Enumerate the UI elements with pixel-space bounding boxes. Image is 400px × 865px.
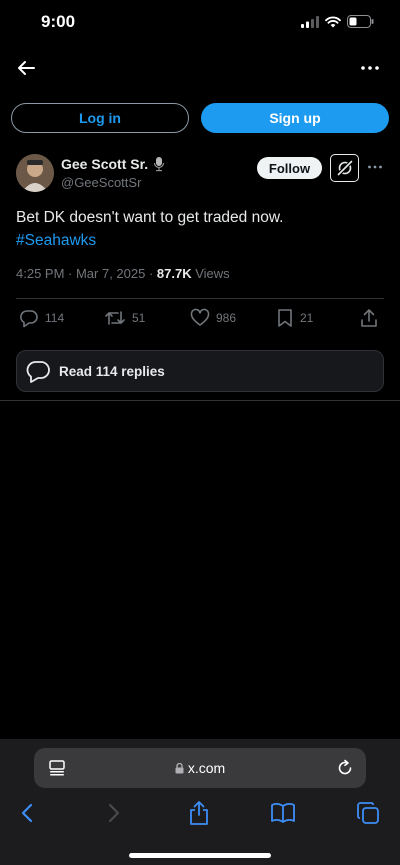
more-icon[interactable] bbox=[358, 56, 382, 80]
reply-button[interactable]: 114 bbox=[19, 308, 64, 328]
avatar[interactable] bbox=[16, 154, 54, 192]
reply-icon bbox=[20, 310, 38, 328]
repost-count: 51 bbox=[132, 311, 146, 325]
browser-forward-button[interactable] bbox=[101, 800, 127, 826]
tabs-icon bbox=[357, 802, 379, 824]
back-arrow-icon[interactable] bbox=[14, 56, 38, 80]
like-count: 986 bbox=[216, 311, 237, 325]
status-bar: 9:00 bbox=[0, 0, 400, 46]
author-name-row: Gee Scott Sr. bbox=[61, 156, 165, 172]
microphone-icon bbox=[154, 157, 165, 172]
avatar-image bbox=[16, 154, 54, 192]
url-text: x.com bbox=[187, 760, 226, 776]
repost-button[interactable]: 51 bbox=[104, 308, 145, 328]
repost-icon bbox=[105, 311, 125, 325]
like-button[interactable]: 986 bbox=[190, 308, 236, 328]
chevron-left-icon bbox=[21, 803, 33, 823]
follow-button[interactable]: Follow bbox=[257, 157, 322, 179]
login-button[interactable]: Log in bbox=[11, 103, 189, 133]
share-icon bbox=[190, 801, 208, 825]
browser-back-button[interactable] bbox=[14, 800, 40, 826]
share-button[interactable] bbox=[359, 308, 379, 328]
browser-share-button[interactable] bbox=[186, 800, 212, 826]
hashtag-link[interactable]: #Seahawks bbox=[16, 229, 376, 252]
section-divider bbox=[0, 400, 400, 401]
status-icons bbox=[301, 15, 374, 28]
tweet-body: Bet DK doesn't want to get traded now. bbox=[16, 209, 284, 226]
home-indicator[interactable] bbox=[129, 853, 271, 858]
chevron-right-icon bbox=[108, 803, 120, 823]
bookmark-button[interactable]: 21 bbox=[276, 308, 313, 328]
share-icon bbox=[361, 309, 377, 327]
speech-bubbles-icon bbox=[26, 361, 50, 383]
like-icon bbox=[190, 308, 210, 326]
divider bbox=[16, 298, 384, 299]
auth-buttons: Log in Sign up bbox=[11, 103, 389, 133]
grok-icon bbox=[336, 159, 353, 177]
lock-icon bbox=[175, 762, 184, 774]
tweet-more-icon[interactable] bbox=[366, 158, 384, 176]
tweet-meta: 4:25 PM · Mar 7, 2025 · 87.7K Views bbox=[16, 266, 230, 281]
browser-toolbar: x.com bbox=[0, 739, 400, 865]
reply-count: 114 bbox=[45, 311, 65, 325]
views-label: Views bbox=[191, 266, 230, 281]
tabs-button[interactable] bbox=[355, 800, 381, 826]
action-bar: 114 51 986 21 bbox=[16, 308, 384, 334]
author-info[interactable]: Gee Scott Sr. @GeeScottSr bbox=[61, 156, 165, 190]
read-replies-button[interactable]: Read 114 replies bbox=[16, 350, 384, 392]
reload-icon[interactable] bbox=[336, 759, 354, 777]
top-nav bbox=[0, 52, 400, 86]
bookmark-count: 21 bbox=[300, 311, 314, 325]
address-bar[interactable]: x.com bbox=[34, 748, 366, 788]
signup-button[interactable]: Sign up bbox=[201, 103, 389, 133]
bookmark-icon bbox=[278, 309, 292, 327]
url-display[interactable]: x.com bbox=[34, 760, 366, 776]
read-replies-label: Read 114 replies bbox=[59, 363, 165, 379]
tweet-text: Bet DK doesn't want to get traded now. #… bbox=[16, 206, 376, 252]
author-name: Gee Scott Sr. bbox=[61, 156, 149, 172]
wifi-icon bbox=[325, 16, 341, 27]
bookmarks-button[interactable] bbox=[270, 800, 296, 826]
views-count: 87.7K bbox=[156, 266, 192, 281]
book-icon bbox=[271, 803, 295, 823]
author-handle: @GeeScottSr bbox=[61, 175, 142, 190]
status-time: 9:00 bbox=[41, 12, 76, 31]
signal-icon bbox=[301, 15, 319, 28]
tweet-timestamp[interactable]: 4:25 PM · Mar 7, 2025 · bbox=[16, 266, 157, 281]
grok-button[interactable] bbox=[330, 154, 359, 182]
battery-icon bbox=[347, 15, 374, 28]
